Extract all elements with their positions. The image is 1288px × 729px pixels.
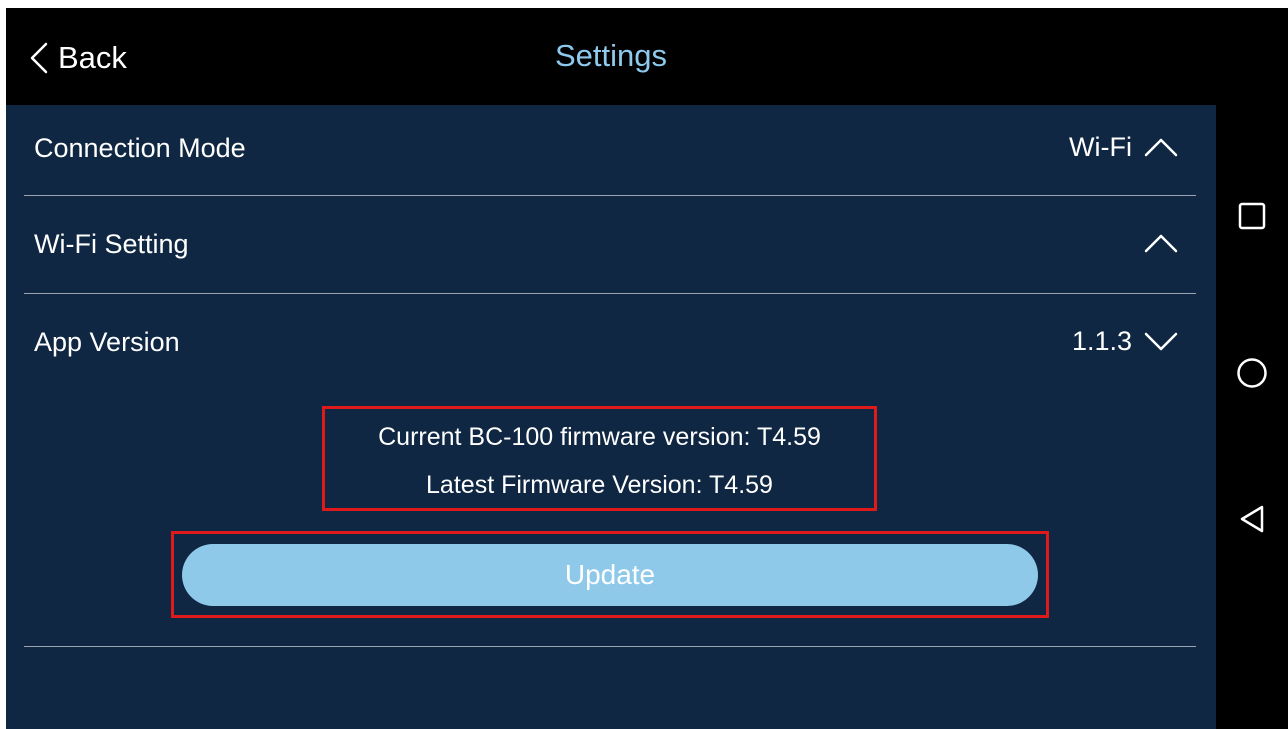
row-connection-mode[interactable]: Connection Mode Wi-Fi [24, 105, 1196, 195]
row-right: 1.1.3 [1072, 321, 1178, 361]
chevron-up-icon[interactable] [1144, 137, 1178, 157]
back-triangle-icon [1240, 505, 1264, 533]
system-nav-bar [1216, 8, 1288, 729]
row-wifi-setting[interactable]: Wi-Fi Setting [24, 201, 1196, 291]
row-app-version[interactable]: App Version 1.1.3 [24, 299, 1196, 389]
system-back-button[interactable] [1234, 501, 1270, 537]
chevron-up-icon[interactable] [1144, 233, 1178, 253]
firmware-info-highlight: Current BC-100 firmware version: T4.59 L… [322, 406, 877, 511]
row-right [1132, 223, 1178, 263]
home-button[interactable] [1234, 355, 1270, 391]
page-title: Settings [554, 38, 667, 73]
latest-firmware-text: Latest Firmware Version: T4.59 [426, 471, 773, 499]
divider [24, 195, 1196, 196]
divider [24, 646, 1196, 647]
row-label: Wi-Fi Setting [34, 229, 189, 259]
update-button-highlight: Update [171, 531, 1049, 618]
app-window: Back Settings Connection Mode Wi-Fi Wi-F… [6, 8, 1288, 729]
header-bar: Back Settings [6, 8, 1216, 105]
row-value: 1.1.3 [1071, 325, 1132, 356]
recent-apps-button[interactable] [1234, 198, 1270, 234]
chevron-down-icon[interactable] [1144, 331, 1178, 351]
settings-panel: Connection Mode Wi-Fi Wi-Fi Setting App … [6, 105, 1216, 729]
divider [24, 293, 1196, 294]
recent-apps-icon [1238, 202, 1266, 230]
row-value: Wi-Fi [1069, 131, 1132, 162]
current-firmware-text: Current BC-100 firmware version: T4.59 [378, 423, 821, 451]
update-button[interactable]: Update [182, 544, 1038, 606]
row-right: Wi-Fi [1069, 127, 1178, 167]
row-label: App Version [34, 327, 180, 357]
row-label: Connection Mode [34, 133, 246, 163]
home-icon [1237, 358, 1267, 388]
